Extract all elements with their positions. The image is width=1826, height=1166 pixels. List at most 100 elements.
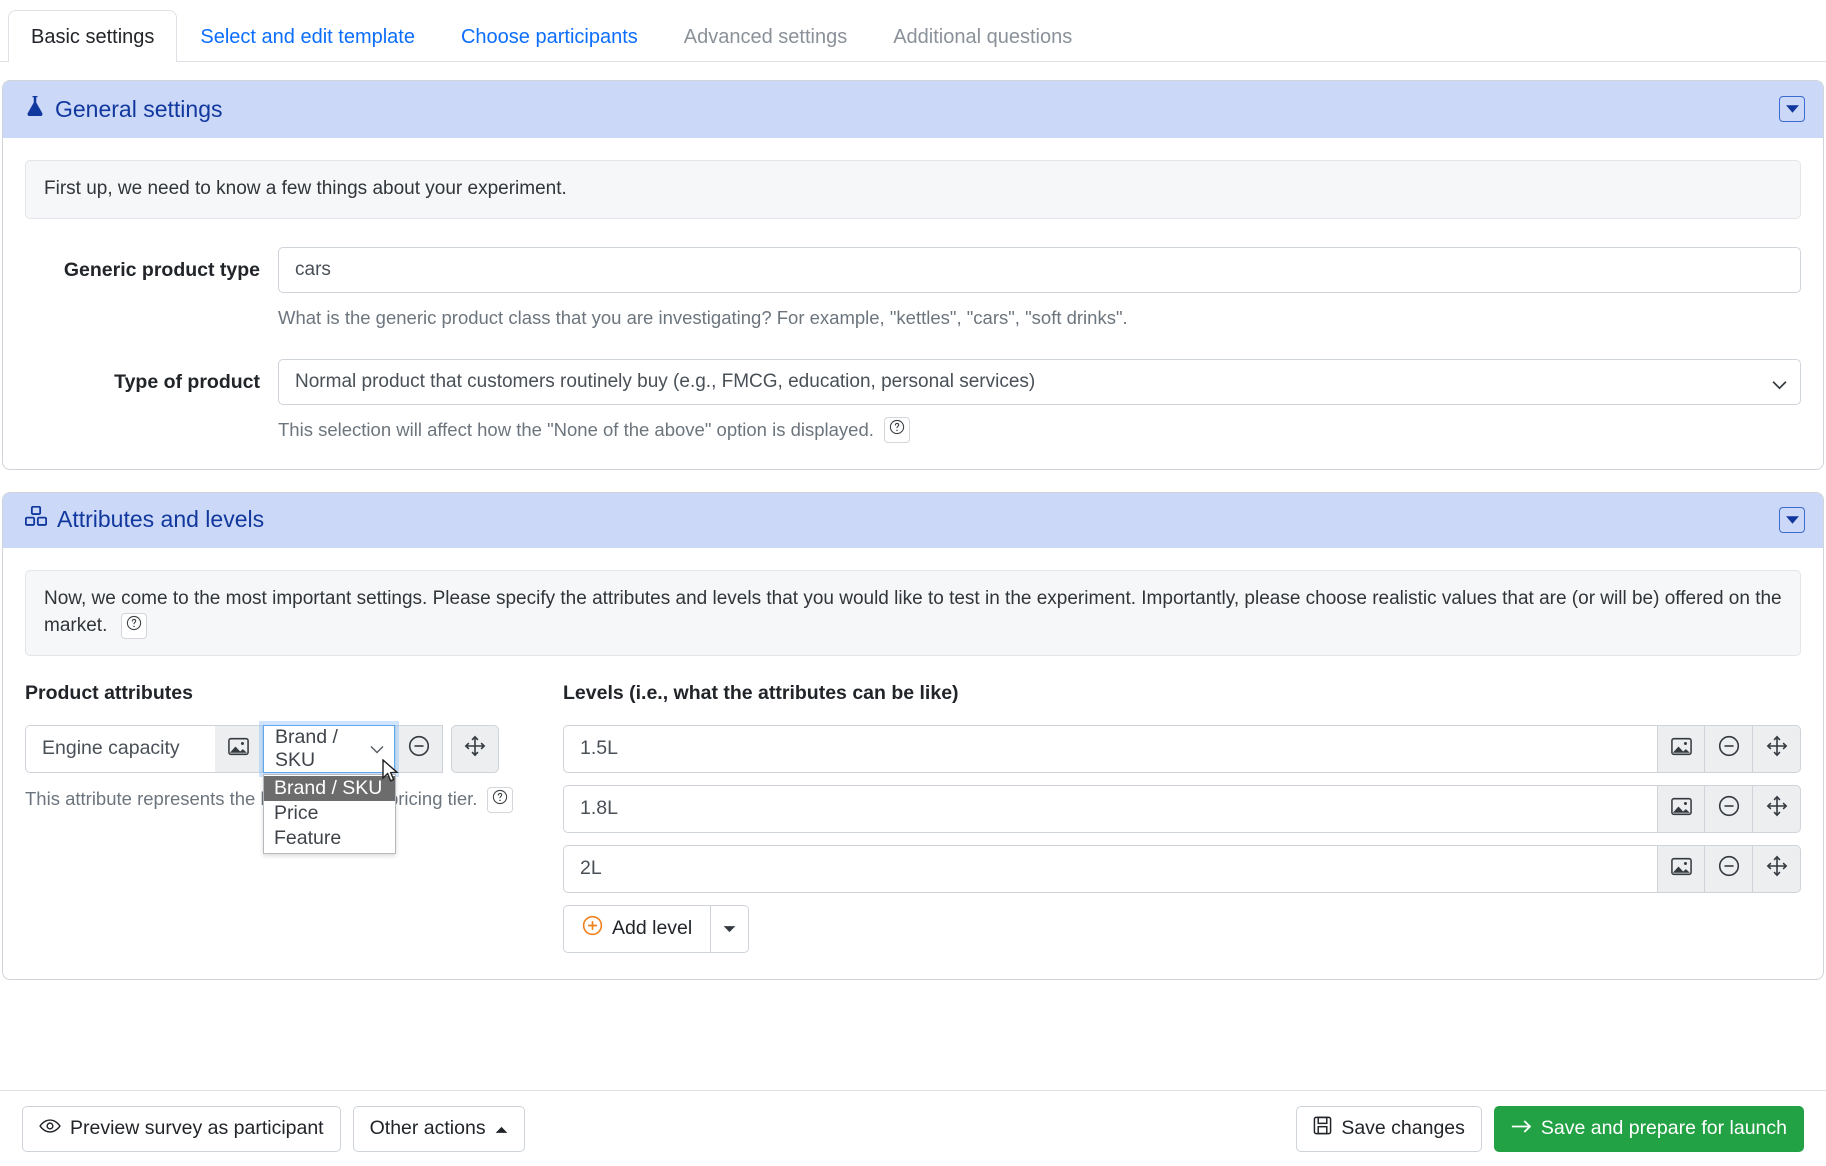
- minus-circle-icon: [408, 735, 430, 762]
- preview-survey-button[interactable]: Preview survey as participant: [22, 1105, 341, 1152]
- attributes-and-levels-body: Now, we come to the most important setti…: [3, 548, 1823, 979]
- attribute-type-select-wrapper: Brand / SKU Brand / SKU Price Feature: [263, 724, 399, 854]
- attribute-name-input[interactable]: [25, 724, 215, 773]
- attribute-row: Brand / SKU Brand / SKU Price Feature: [25, 724, 545, 854]
- type-of-product-select[interactable]: Normal product that customers routinely …: [278, 358, 1801, 405]
- attributes-and-levels-header: Attributes and levels: [3, 492, 1823, 548]
- level-value-input[interactable]: [563, 784, 1657, 833]
- question-circle-icon: [126, 615, 142, 637]
- tab-label: Choose participants: [460, 26, 638, 48]
- question-circle-icon: [492, 789, 508, 812]
- section-title: Attributes and levels: [57, 506, 265, 533]
- attribute-type-select[interactable]: Brand / SKU: [263, 724, 395, 773]
- level-move-handle[interactable]: [1753, 844, 1801, 893]
- general-settings-card: General settings First up, we need to kn…: [2, 80, 1824, 470]
- attribute-type-option-feature[interactable]: Feature: [264, 826, 395, 851]
- caret-down-square-icon: [1785, 515, 1800, 525]
- level-value-input[interactable]: [563, 724, 1657, 773]
- generic-product-type-input[interactable]: [278, 246, 1801, 293]
- add-level-dropdown-toggle[interactable]: [711, 904, 750, 953]
- image-icon: [1670, 797, 1692, 821]
- level-image-button[interactable]: [1657, 784, 1705, 833]
- general-settings-title-group: General settings: [25, 94, 222, 124]
- collapse-general-settings-button[interactable]: [1779, 96, 1805, 122]
- attribute-type-dropdown-list: Brand / SKU Price Feature: [263, 773, 396, 854]
- general-settings-notice: First up, we need to know a few things a…: [25, 160, 1801, 219]
- arrow-right-icon: [1511, 1117, 1532, 1140]
- boxes-icon: [24, 505, 48, 534]
- footer-toolbar: Preview survey as participant Other acti…: [0, 1090, 1826, 1166]
- save-icon: [1313, 1116, 1332, 1141]
- tab-additional-questions[interactable]: Additional questions: [870, 10, 1095, 61]
- save-changes-button[interactable]: Save changes: [1296, 1105, 1482, 1152]
- tab-label: Advanced settings: [683, 26, 848, 48]
- level-image-button[interactable]: [1657, 724, 1705, 773]
- arrows-move-icon: [464, 735, 486, 762]
- image-icon: [1670, 857, 1692, 881]
- attribute-help-button[interactable]: [486, 786, 513, 813]
- tab-advanced-settings[interactable]: Advanced settings: [661, 10, 870, 61]
- type-of-product-help-text: This selection will affect how the "None…: [278, 418, 874, 440]
- chevron-down-icon: [370, 737, 384, 760]
- save-and-prepare-for-launch-label: Save and prepare for launch: [1540, 1117, 1787, 1139]
- generic-product-type-help-text: What is the generic product class that y…: [278, 306, 1128, 328]
- levels-column: Levels (i.e., what the attributes can be…: [545, 682, 1801, 953]
- tab-label: Basic settings: [31, 26, 155, 48]
- product-attributes-column-title: Product attributes: [25, 681, 193, 704]
- plus-circle-icon: [582, 915, 603, 942]
- attributes-notice-help-button[interactable]: [120, 612, 147, 639]
- type-of-product-help-button[interactable]: [883, 416, 910, 443]
- attribute-type-option-brand-sku[interactable]: Brand / SKU: [264, 775, 395, 801]
- attributes-and-levels-notice: Now, we come to the most important setti…: [25, 569, 1801, 656]
- minus-circle-icon: [1718, 855, 1740, 882]
- attributes-and-levels-card: Attributes and levels Now, we come to th…: [2, 491, 1824, 980]
- type-of-product-help: This selection will affect how the "None…: [278, 416, 1801, 443]
- attribute-image-button[interactable]: [215, 724, 263, 773]
- tab-label: Select and edit template: [200, 26, 415, 48]
- level-move-handle[interactable]: [1753, 724, 1801, 773]
- eye-icon: [39, 1117, 61, 1140]
- general-settings-body: First up, we need to know a few things a…: [3, 138, 1823, 469]
- level-value-input[interactable]: [563, 844, 1657, 893]
- tab-basic-settings[interactable]: Basic settings: [8, 10, 178, 62]
- add-level-button[interactable]: Add level: [563, 904, 712, 953]
- level-image-button[interactable]: [1657, 844, 1705, 893]
- attribute-move-handle[interactable]: [451, 724, 499, 773]
- add-level-group: Add level: [563, 904, 1801, 953]
- product-attributes-column: Product attributes Engine capacity Brand…: [25, 682, 545, 953]
- image-icon: [228, 737, 249, 761]
- level-move-handle[interactable]: [1753, 784, 1801, 833]
- flask-icon: [25, 94, 45, 124]
- level-remove-button[interactable]: [1705, 784, 1753, 833]
- level-remove-button[interactable]: [1705, 844, 1753, 893]
- level-row: [563, 784, 1801, 833]
- tab-choose-participants[interactable]: Choose participants: [438, 10, 661, 61]
- arrows-move-icon: [1766, 795, 1788, 822]
- tab-label: Additional questions: [893, 26, 1073, 48]
- save-changes-label: Save changes: [1341, 1117, 1465, 1139]
- save-and-prepare-for-launch-button[interactable]: Save and prepare for launch: [1493, 1105, 1804, 1152]
- minus-circle-icon: [1718, 795, 1740, 822]
- caret-up-icon: [495, 1117, 508, 1140]
- general-settings-header: General settings: [3, 81, 1823, 138]
- generic-product-type-help: What is the generic product class that y…: [278, 305, 1801, 331]
- arrows-move-icon: [1766, 735, 1788, 762]
- other-actions-button[interactable]: Other actions: [352, 1105, 525, 1152]
- attributes-levels-grid: Product attributes Engine capacity Brand…: [25, 682, 1801, 953]
- attribute-type-option-price[interactable]: Price: [264, 801, 395, 826]
- attribute-remove-button[interactable]: [395, 724, 443, 773]
- tab-bar: Basic settings Select and edit template …: [0, 0, 1826, 62]
- preview-survey-label: Preview survey as participant: [70, 1117, 324, 1139]
- collapse-attributes-and-levels-button[interactable]: [1779, 506, 1805, 533]
- tab-select-and-edit-template[interactable]: Select and edit template: [177, 10, 438, 61]
- level-row: [563, 844, 1801, 893]
- caret-down-square-icon: [1785, 104, 1800, 114]
- add-level-label: Add level: [612, 917, 693, 940]
- question-circle-icon: [889, 419, 905, 441]
- type-of-product-label: Type of product: [114, 370, 260, 393]
- caret-down-icon: [723, 920, 736, 938]
- level-remove-button[interactable]: [1705, 724, 1753, 773]
- type-of-product-row: Type of product Normal product that cust…: [25, 358, 1801, 443]
- mouse-cursor: [381, 758, 401, 790]
- generic-product-type-label: Generic product type: [63, 258, 260, 281]
